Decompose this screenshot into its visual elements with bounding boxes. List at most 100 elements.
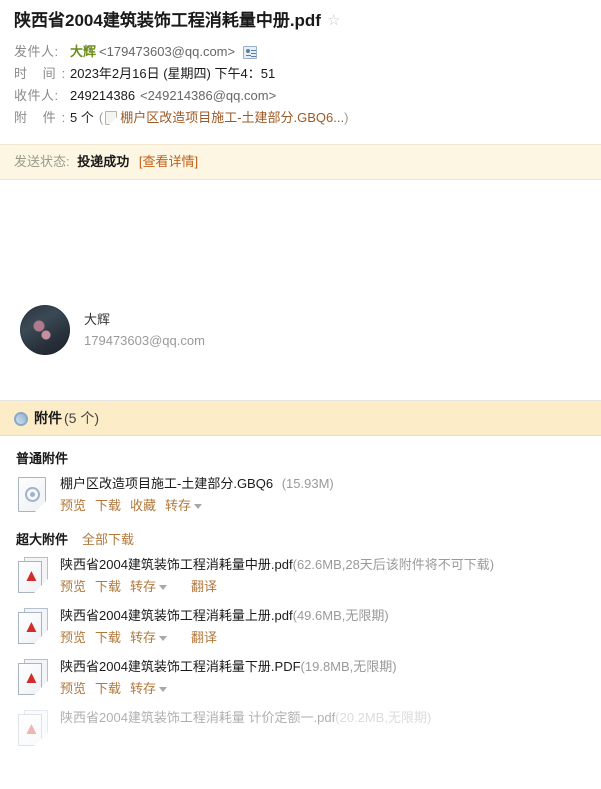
- signature-info: 大辉 179473603@qq.com: [84, 312, 205, 349]
- attachment-panel-header: 附件 (5 个): [0, 401, 601, 436]
- save-to-link[interactable]: 转存: [130, 579, 168, 595]
- normal-attachments-heading: 普通附件: [16, 448, 601, 467]
- attachment-meta: 陕西省2004建筑装饰工程消耗量 计价定额一.pdf(20.2MB,无限期): [60, 709, 431, 749]
- view-details-link[interactable]: [查看详情]: [139, 154, 198, 169]
- time-label: 时 间:: [14, 66, 72, 81]
- pdf-file-icon: ▲: [16, 607, 50, 647]
- attachment-size: (49.6MB,无限期): [292, 608, 389, 623]
- preview-link[interactable]: 预览: [60, 681, 86, 697]
- list-item[interactable]: ▲ 陕西省2004建筑装饰工程消耗量下册.PDF(19.8MB,无限期) 预览 …: [16, 658, 601, 698]
- attachment-actions: 预览 下载 收藏 转存: [60, 498, 334, 514]
- download-link[interactable]: 下载: [95, 498, 121, 514]
- attachment-name-line: 棚户区改造项目施工-土建部分.GBQ6 (15.93M): [60, 475, 334, 493]
- save-to-label: 转存: [130, 630, 157, 645]
- favorite-link[interactable]: 收藏: [130, 498, 156, 514]
- attachment-panel-count: (5 个): [64, 410, 99, 426]
- mail-body: 大辉 179473603@qq.com: [0, 180, 601, 400]
- attachment-filename[interactable]: 陕西省2004建筑装饰工程消耗量下册.PDF: [60, 659, 301, 674]
- mail-header: 陕西省2004建筑装饰工程消耗量中册.pdf ☆ 发件人: 大辉 <179473…: [0, 0, 601, 137]
- avatar: [20, 305, 70, 355]
- attachment-filename[interactable]: 陕西省2004建筑装饰工程消耗量上册.pdf: [60, 608, 293, 623]
- from-label: 发件人:: [14, 44, 59, 59]
- chevron-down-icon: [159, 686, 168, 692]
- save-to-link[interactable]: 转存: [130, 630, 168, 646]
- pdf-file-icon: ▲: [16, 556, 50, 596]
- attachment-size: (62.6MB,28天后该附件将不可下载): [292, 557, 495, 572]
- attachment-list: 普通附件 棚户区改造项目施工-土建部分.GBQ6 (15.93M) 预览 下载 …: [0, 436, 601, 749]
- attachment-meta: 陕西省2004建筑装饰工程消耗量中册.pdf(62.6MB,28天后该附件将不可…: [60, 556, 494, 596]
- large-attachments-label: 超大附件: [16, 532, 69, 547]
- attachment-size: (15.93M): [281, 476, 334, 491]
- send-status-value: 投递成功: [77, 154, 130, 169]
- download-link[interactable]: 下载: [95, 630, 121, 646]
- send-status-label: 发送状态:: [14, 154, 70, 169]
- send-status-bar: 发送状态: 投递成功 [查看详情]: [0, 144, 601, 180]
- download-all-link[interactable]: 全部下载: [82, 529, 134, 548]
- attachment-filename[interactable]: 陕西省2004建筑装饰工程消耗量 计价定额一.pdf: [60, 710, 335, 725]
- mail-detail-page: 陕西省2004建筑装饰工程消耗量中册.pdf ☆ 发件人: 大辉 <179473…: [0, 0, 601, 789]
- to-recipient-address[interactable]: <249214386@qq.com>: [140, 85, 276, 107]
- translate-link[interactable]: 翻译: [191, 579, 217, 595]
- to-row: 收件人: 249214386 <249214386@qq.com>: [14, 85, 601, 107]
- attachment-actions: 预览 下载 转存 翻译: [60, 630, 389, 646]
- attachment-summary-row: 附 件: 5 个 ( 棚户区改造项目施工-土建部分.GBQ6... ): [14, 107, 601, 129]
- attachment-name-line: 陕西省2004建筑装饰工程消耗量上册.pdf(49.6MB,无限期): [60, 607, 389, 625]
- signature-email: 179473603@qq.com: [84, 332, 205, 348]
- to-label: 收件人:: [14, 88, 59, 103]
- translate-link[interactable]: 翻译: [191, 630, 217, 646]
- attachment-panel: 附件 (5 个) 普通附件 棚户区改造项目施工-土建部分.GBQ6 (15.93…: [0, 400, 601, 749]
- list-item[interactable]: ▲ 陕西省2004建筑装饰工程消耗量中册.pdf(62.6MB,28天后该附件将…: [16, 556, 601, 596]
- attachment-size: (20.2MB,无限期): [335, 710, 432, 725]
- attachment-size: (19.8MB,无限期): [300, 659, 397, 674]
- from-sender-address[interactable]: <179473603@qq.com>: [99, 41, 235, 63]
- to-recipient-name[interactable]: 249214386: [70, 85, 135, 107]
- download-link[interactable]: 下载: [95, 681, 121, 697]
- list-item[interactable]: ▲ 陕西省2004建筑装饰工程消耗量 计价定额一.pdf(20.2MB,无限期): [16, 709, 601, 749]
- pdf-file-icon: ▲: [16, 658, 50, 698]
- generic-file-icon: [16, 475, 50, 515]
- paren-open: (: [98, 110, 104, 125]
- save-to-link[interactable]: 转存: [130, 681, 168, 697]
- attachment-actions: 预览 下载 转存 翻译: [60, 579, 494, 595]
- attachment-label: 附 件:: [14, 110, 72, 125]
- subject-row: 陕西省2004建筑装饰工程消耗量中册.pdf ☆: [14, 10, 601, 32]
- file-icon: [105, 111, 118, 125]
- attachment-actions: 预览 下载 转存: [60, 681, 397, 697]
- save-to-link[interactable]: 转存: [165, 498, 203, 514]
- star-outline-icon[interactable]: ☆: [327, 13, 343, 29]
- time-value: 2023年2月16日 (星期四) 下午4：51: [70, 66, 276, 81]
- signature-name: 大辉: [84, 311, 111, 327]
- preview-link[interactable]: 预览: [60, 498, 86, 514]
- paren-close: ): [344, 110, 349, 125]
- attachment-count: 5 个: [70, 110, 94, 125]
- preview-link[interactable]: 预览: [60, 630, 86, 646]
- attachment-inline-name[interactable]: 棚户区改造项目施工-土建部分.GBQ6...: [120, 107, 344, 129]
- download-link[interactable]: 下载: [95, 579, 121, 595]
- paperclip-icon: [11, 409, 31, 429]
- list-item[interactable]: 棚户区改造项目施工-土建部分.GBQ6 (15.93M) 预览 下载 收藏 转存: [16, 475, 601, 515]
- attachment-filename[interactable]: 棚户区改造项目施工-土建部分.GBQ6: [60, 476, 273, 491]
- attachment-name-line: 陕西省2004建筑装饰工程消耗量 计价定额一.pdf(20.2MB,无限期): [60, 709, 431, 727]
- save-to-label: 转存: [130, 681, 157, 696]
- attachment-name-line: 陕西省2004建筑装饰工程消耗量下册.PDF(19.8MB,无限期): [60, 658, 397, 676]
- attachment-filename[interactable]: 陕西省2004建筑装饰工程消耗量中册.pdf: [60, 557, 293, 572]
- large-attachments-heading: 超大附件 全部下载: [16, 529, 601, 548]
- attachment-panel-title: 附件: [34, 410, 62, 426]
- chevron-down-icon: [194, 503, 203, 509]
- signature-block: 大辉 179473603@qq.com: [0, 298, 601, 362]
- save-to-label: 转存: [130, 579, 157, 594]
- contact-card-icon[interactable]: [243, 45, 258, 59]
- chevron-down-icon: [159, 584, 168, 590]
- attachment-meta: 陕西省2004建筑装饰工程消耗量上册.pdf(49.6MB,无限期) 预览 下载…: [60, 607, 389, 647]
- from-row: 发件人: 大辉 <179473603@qq.com>: [14, 41, 601, 63]
- from-sender-name[interactable]: 大辉: [70, 41, 96, 63]
- preview-link[interactable]: 预览: [60, 579, 86, 595]
- save-to-label: 转存: [165, 498, 192, 513]
- time-row: 时 间: 2023年2月16日 (星期四) 下午4：51: [14, 63, 601, 85]
- page-title: 陕西省2004建筑装饰工程消耗量中册.pdf: [14, 11, 321, 30]
- normal-attachments-label: 普通附件: [16, 451, 69, 466]
- attachment-meta: 陕西省2004建筑装饰工程消耗量下册.PDF(19.8MB,无限期) 预览 下载…: [60, 658, 397, 698]
- pdf-file-icon: ▲: [16, 709, 50, 749]
- attachment-meta: 棚户区改造项目施工-土建部分.GBQ6 (15.93M) 预览 下载 收藏 转存: [60, 475, 334, 515]
- list-item[interactable]: ▲ 陕西省2004建筑装饰工程消耗量上册.pdf(49.6MB,无限期) 预览 …: [16, 607, 601, 647]
